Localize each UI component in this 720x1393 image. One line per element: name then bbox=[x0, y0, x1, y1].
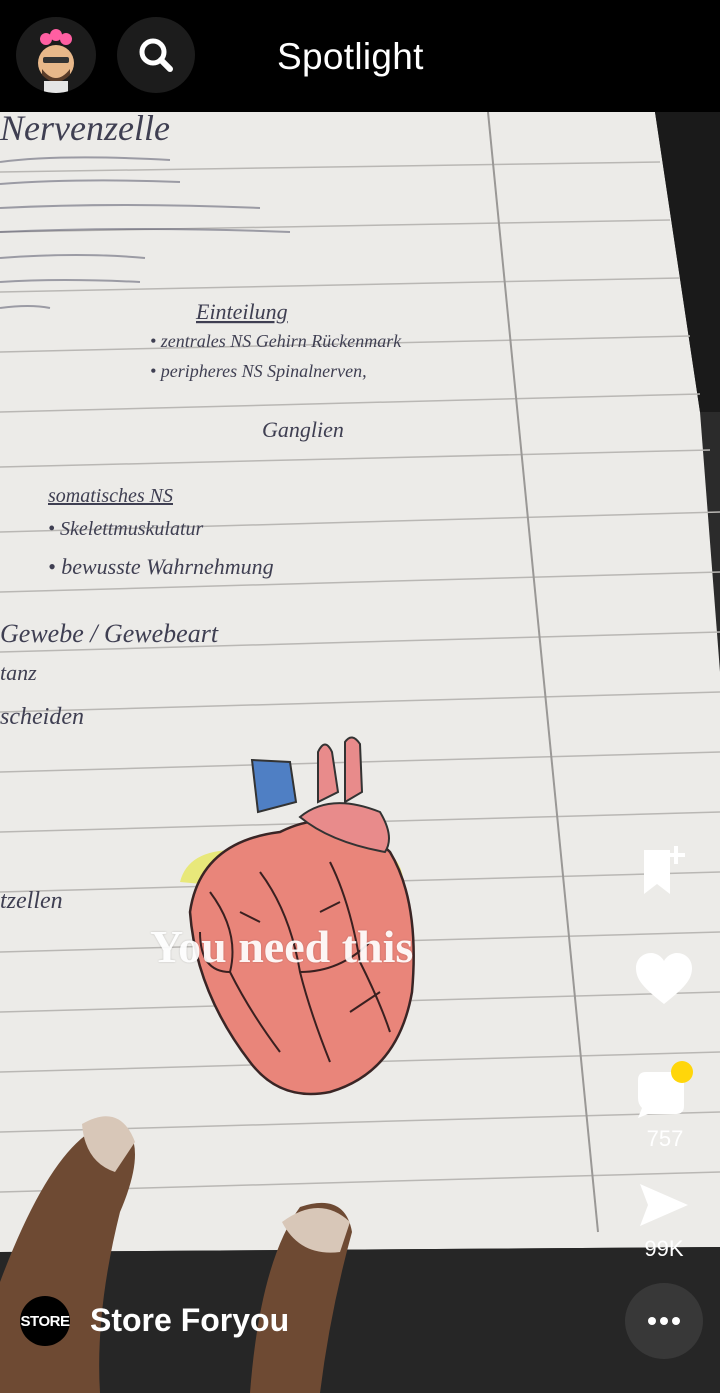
bitmoji-icon bbox=[38, 29, 74, 93]
profile-avatar[interactable] bbox=[16, 17, 96, 93]
creator-name[interactable]: Store Foryou bbox=[90, 1302, 289, 1339]
add-to-saved-button[interactable] bbox=[640, 842, 690, 898]
notebook-text-12: tzellen bbox=[0, 888, 63, 914]
search-icon bbox=[139, 38, 173, 72]
share-button[interactable]: 99K bbox=[636, 1180, 692, 1262]
comments-button[interactable]: 757 bbox=[634, 1060, 696, 1152]
comment-icon bbox=[638, 1061, 693, 1118]
notebook-text-1: Nervenzelle bbox=[0, 112, 170, 148]
like-button[interactable] bbox=[634, 952, 694, 1006]
notebook-text-8: • bewusste Wahrnehmung bbox=[48, 554, 274, 579]
notebook-text-6: somatisches NS bbox=[48, 485, 173, 507]
notebook-text-2: Einteilung bbox=[195, 299, 288, 324]
notebook-page-image: Nervenzelle Einteilung • zentrales NS Ge… bbox=[0, 112, 720, 1393]
share-arrow-icon bbox=[640, 1184, 688, 1226]
top-bar: Spotlight bbox=[0, 0, 720, 112]
bookmark-plus-icon bbox=[644, 846, 685, 894]
more-options-button[interactable] bbox=[625, 1283, 703, 1359]
notebook-text-7: • Skelettmuskulatur bbox=[48, 518, 204, 540]
notebook-text-9: Gewebe / Gewebeart bbox=[0, 619, 219, 648]
notebook-text-11: scheiden bbox=[0, 704, 84, 730]
share-count: 99K bbox=[644, 1236, 684, 1261]
notification-dot bbox=[671, 1061, 693, 1083]
video-caption: You need this bbox=[150, 921, 414, 972]
search-button[interactable] bbox=[117, 17, 195, 93]
heart-icon bbox=[636, 953, 692, 1004]
more-dots-icon bbox=[648, 1317, 680, 1325]
notebook-text-5: Ganglien bbox=[262, 417, 344, 442]
video-player[interactable]: Nervenzelle Einteilung • zentrales NS Ge… bbox=[0, 112, 720, 1393]
notebook-text-3: • zentrales NS Gehirn Rückenmark bbox=[150, 331, 402, 351]
notebook-text-4: • peripheres NS Spinalnerven, bbox=[150, 361, 367, 381]
creator-avatar[interactable]: STORE bbox=[20, 1296, 70, 1346]
comment-count: 757 bbox=[646, 1126, 684, 1151]
notebook-text-10: tanz bbox=[0, 660, 37, 685]
page-title: Spotlight bbox=[277, 36, 424, 77]
